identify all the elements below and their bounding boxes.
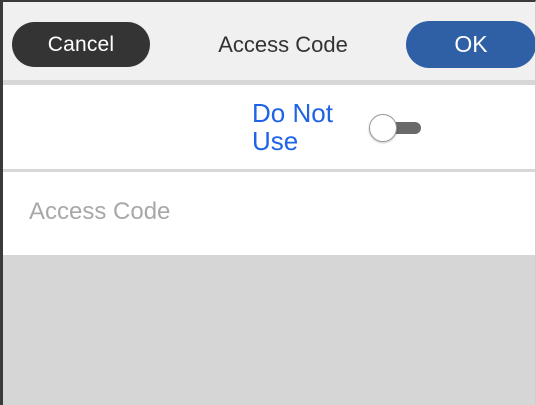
access-code-field[interactable]: Access Code [3,172,535,255]
do-not-use-toggle[interactable] [369,114,427,142]
do-not-use-label: Do Not Use [252,98,333,156]
ok-button[interactable]: OK [406,21,535,68]
page-title: Access Code [218,31,348,57]
bottom-panel [3,255,535,405]
toggle-knob [369,114,397,142]
access-code-screen: Cancel Access Code OK Do Not Use Access … [0,0,536,405]
access-code-placeholder: Access Code [29,198,171,225]
cancel-button[interactable]: Cancel [12,22,150,67]
header-bar: Cancel Access Code OK [3,2,535,80]
do-not-use-row[interactable]: Do Not Use [3,85,535,169]
